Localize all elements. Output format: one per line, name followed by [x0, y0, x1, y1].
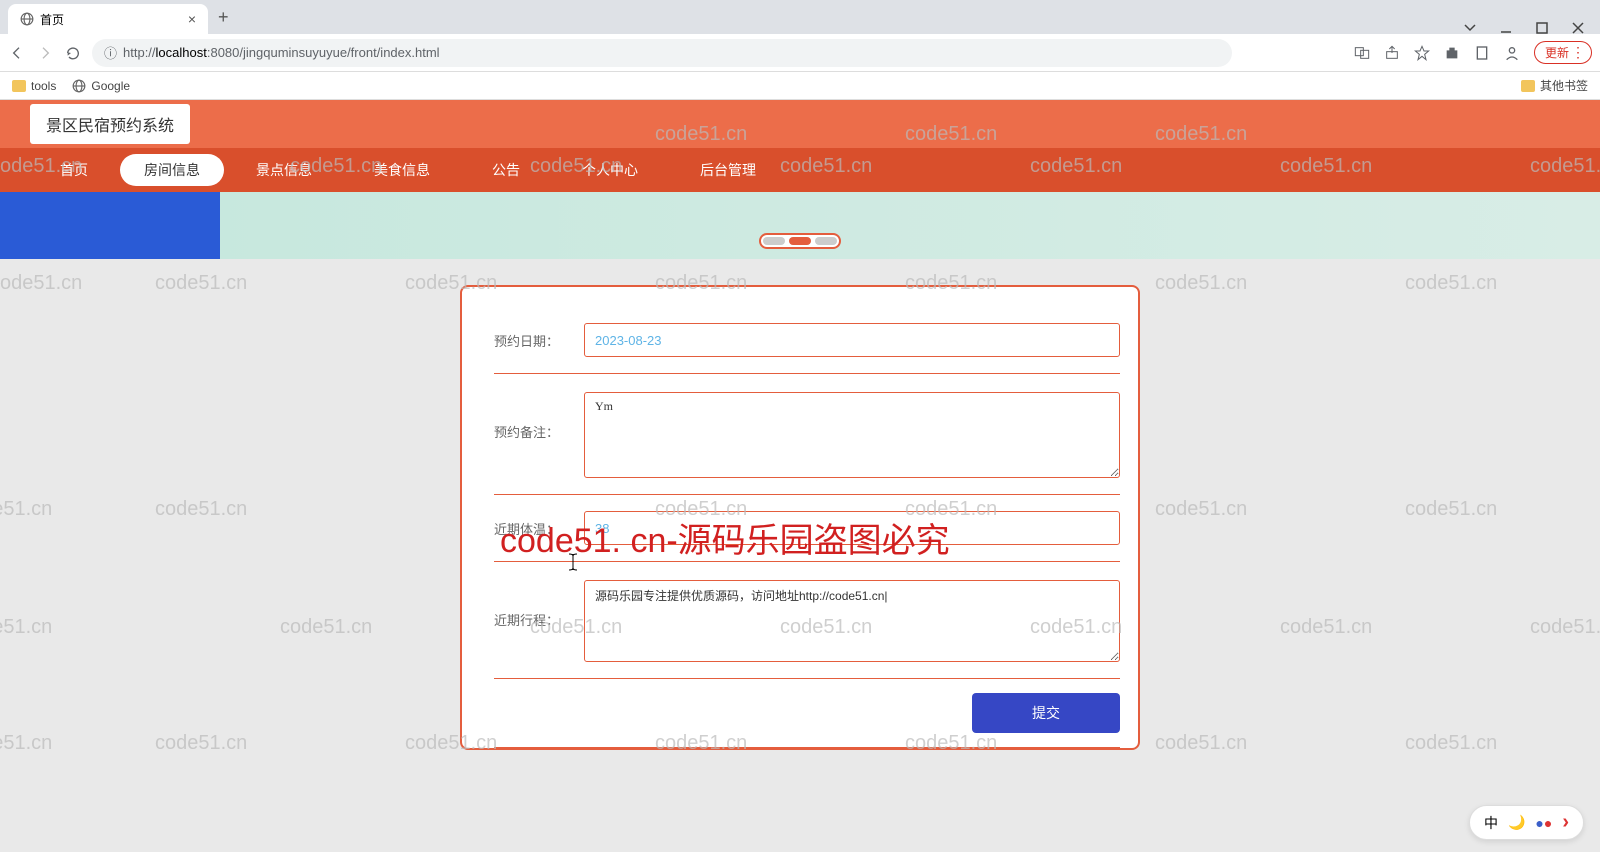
- label-date: 预约日期：: [494, 331, 584, 350]
- back-button[interactable]: [8, 44, 26, 62]
- tab-title: 首页: [40, 11, 64, 28]
- submit-button[interactable]: 提交: [972, 693, 1120, 733]
- nav-food[interactable]: 美食信息: [344, 152, 460, 188]
- bookmark-google[interactable]: Google: [72, 79, 130, 93]
- page-content: code51.cn code51.cn code51.cn code51.cn …: [0, 100, 1600, 852]
- label-temp: 近期体温：: [494, 519, 584, 538]
- row-note: 预约备注：: [494, 374, 1120, 495]
- forward-button[interactable]: [36, 44, 54, 62]
- gtranslate-icon[interactable]: [1354, 45, 1370, 61]
- folder-icon: [1521, 80, 1535, 92]
- update-button[interactable]: 更新⋮: [1534, 41, 1592, 64]
- pager-dot-3[interactable]: [815, 237, 837, 245]
- close-window-icon[interactable]: [1572, 22, 1584, 34]
- content-area: 预约日期： 预约备注： 近期体温： 近期行程： 提交: [0, 259, 1600, 750]
- globe-icon: [20, 12, 34, 26]
- nav-notice[interactable]: 公告: [462, 152, 550, 188]
- site-title: 景区民宿预约系统: [30, 104, 190, 144]
- bookmark-bar: tools Google 其他书签: [0, 72, 1600, 100]
- reading-list-icon[interactable]: [1474, 45, 1490, 61]
- globe-icon: [72, 79, 86, 93]
- nav-profile[interactable]: 个人中心: [552, 152, 668, 188]
- header-bar: 景区民宿预约系统: [0, 100, 1600, 148]
- folder-icon: [12, 80, 26, 92]
- extensions-icon[interactable]: [1444, 45, 1460, 61]
- ime-bar[interactable]: 中 🌙 ●● ›: [1469, 805, 1584, 840]
- bookmark-star-icon[interactable]: [1414, 45, 1430, 61]
- banner-pager: [759, 233, 841, 249]
- close-icon[interactable]: ×: [188, 11, 196, 27]
- pager-dot-2[interactable]: [789, 237, 811, 245]
- minimize-icon[interactable]: [1500, 22, 1512, 34]
- url-input[interactable]: ⓘ http://localhost:8080/jingquminsuyuyue…: [92, 39, 1232, 67]
- row-submit: 提交: [494, 679, 1120, 748]
- nav-rooms[interactable]: 房间信息: [120, 154, 224, 186]
- window-controls: [1448, 22, 1600, 34]
- input-temp[interactable]: [584, 511, 1120, 545]
- bookmark-tools[interactable]: tools: [12, 79, 56, 93]
- nav-admin[interactable]: 后台管理: [670, 152, 786, 188]
- nav-bar: 首页 房间信息 景点信息 美食信息 公告 个人中心 后台管理: [0, 148, 1600, 192]
- nav-attractions[interactable]: 景点信息: [226, 152, 342, 188]
- input-trip[interactable]: [584, 580, 1120, 662]
- maximize-icon[interactable]: [1536, 22, 1548, 34]
- moon-icon[interactable]: 🌙: [1508, 814, 1525, 831]
- profile-icon[interactable]: [1504, 45, 1520, 61]
- chevron-right-icon[interactable]: ›: [1562, 811, 1569, 834]
- url-text: http://localhost:8080/jingquminsuyuyue/f…: [123, 45, 440, 60]
- browser-chrome: 首页 × + ⓘ http://localhost:8080/jingqumin…: [0, 0, 1600, 100]
- input-note[interactable]: [584, 392, 1120, 478]
- row-date: 预约日期：: [494, 307, 1120, 374]
- banner: [0, 192, 1600, 259]
- input-date[interactable]: [584, 323, 1120, 357]
- site-info-icon[interactable]: ⓘ: [104, 43, 117, 62]
- row-temp: 近期体温：: [494, 495, 1120, 562]
- address-bar: ⓘ http://localhost:8080/jingquminsuyuyue…: [0, 34, 1600, 72]
- ime-dots[interactable]: ●●: [1535, 815, 1552, 831]
- label-note: 预约备注：: [494, 422, 584, 441]
- tab-bar: 首页 × +: [0, 0, 1600, 34]
- share-icon[interactable]: [1384, 45, 1400, 61]
- reload-button[interactable]: [64, 44, 82, 62]
- new-tab-button[interactable]: +: [208, 1, 239, 34]
- browser-tab[interactable]: 首页 ×: [8, 4, 208, 34]
- nav-home[interactable]: 首页: [30, 152, 118, 188]
- booking-form: 预约日期： 预约备注： 近期体温： 近期行程： 提交: [460, 285, 1140, 750]
- ime-lang[interactable]: 中: [1484, 813, 1498, 833]
- chevron-down-icon[interactable]: [1464, 22, 1476, 34]
- label-trip: 近期行程：: [494, 610, 584, 629]
- pager-dot-1[interactable]: [763, 237, 785, 245]
- banner-image: [0, 192, 220, 259]
- toolbar-icons: 更新⋮: [1354, 41, 1592, 64]
- row-trip: 近期行程：: [494, 562, 1120, 679]
- bookmark-other[interactable]: 其他书签: [1521, 77, 1588, 94]
